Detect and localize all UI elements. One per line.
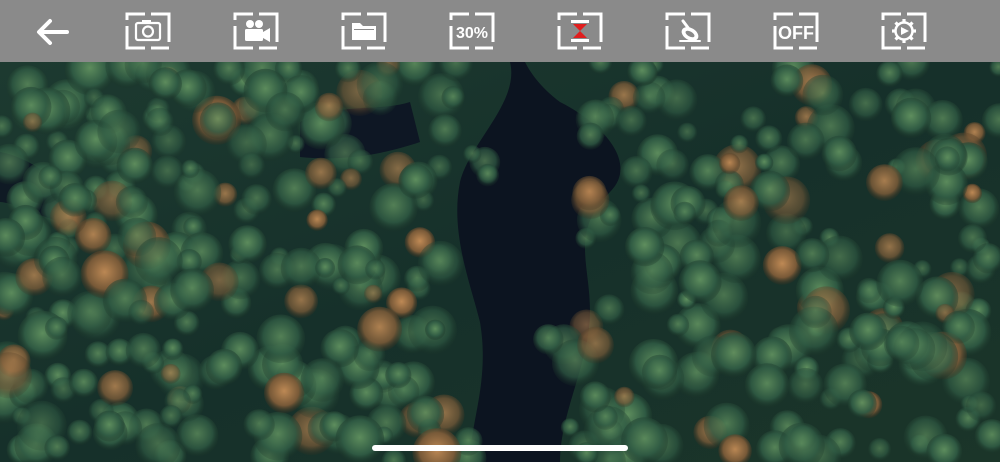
headless-toggle[interactable]: OFF bbox=[771, 8, 821, 54]
gallery-button[interactable] bbox=[339, 8, 389, 54]
arrow-left-icon bbox=[37, 19, 69, 45]
video-camera-icon bbox=[245, 20, 270, 42]
settings-button[interactable] bbox=[879, 8, 929, 54]
hourglass-icon bbox=[571, 20, 589, 42]
camera-icon bbox=[134, 20, 162, 42]
speed-button[interactable]: 30% bbox=[447, 8, 497, 54]
percentage-label: 30% bbox=[456, 25, 488, 42]
video-button[interactable] bbox=[231, 8, 281, 54]
gimbal-button[interactable] bbox=[663, 8, 713, 54]
off-label: OFF bbox=[778, 23, 814, 43]
toolbar: 30% OFF bbox=[0, 0, 1000, 62]
back-button[interactable] bbox=[33, 13, 71, 51]
camera-feed[interactable] bbox=[0, 62, 1000, 462]
gimbal-icon bbox=[679, 19, 701, 42]
camera-feed-image bbox=[0, 62, 1000, 462]
hourglass-button[interactable] bbox=[555, 8, 605, 54]
photo-button[interactable] bbox=[123, 8, 173, 54]
home-indicator[interactable] bbox=[372, 445, 628, 451]
gear-icon bbox=[892, 19, 916, 43]
